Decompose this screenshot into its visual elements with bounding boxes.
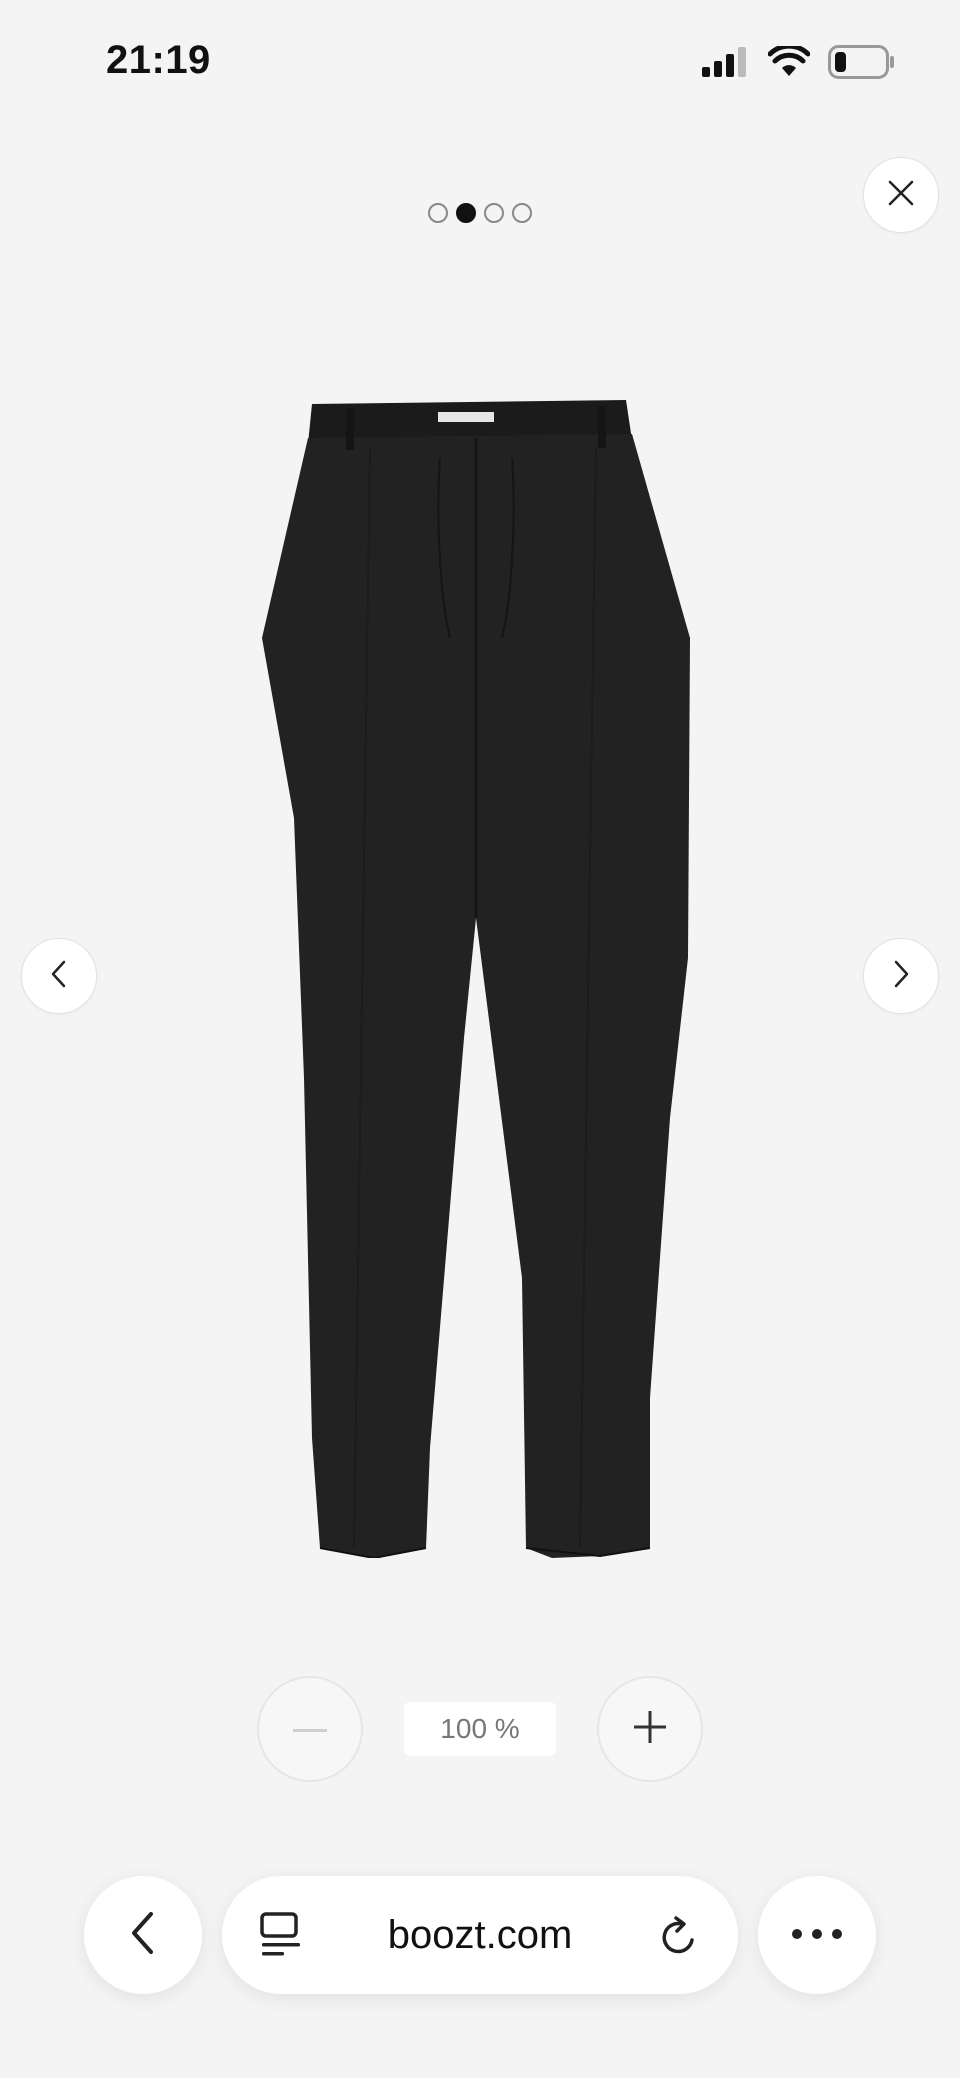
- status-time: 21:19: [106, 38, 211, 82]
- close-button[interactable]: [863, 157, 939, 233]
- chevron-left-icon: [48, 959, 70, 994]
- browser-back-button[interactable]: [84, 1876, 202, 1994]
- zoom-in-button[interactable]: [597, 1676, 703, 1782]
- cellular-signal-icon: [702, 46, 750, 82]
- image-pager: [0, 203, 960, 223]
- address-bar[interactable]: boozt.com: [222, 1876, 738, 1994]
- chevron-left-icon: [130, 1911, 156, 1960]
- chevron-right-icon: [890, 959, 912, 994]
- pager-dot[interactable]: [512, 203, 532, 223]
- product-image[interactable]: [0, 260, 960, 1610]
- reload-icon[interactable]: [658, 1914, 700, 1963]
- wifi-icon: [767, 43, 811, 83]
- previous-image-button[interactable]: [21, 938, 97, 1014]
- more-icon: [792, 1926, 842, 1944]
- zoom-level: 100 %: [404, 1702, 556, 1756]
- battery-icon: [828, 44, 896, 84]
- browser-more-button[interactable]: [758, 1876, 876, 1994]
- plus-icon: [634, 1710, 666, 1748]
- status-icons: [702, 43, 896, 84]
- pager-dot[interactable]: [484, 203, 504, 223]
- next-image-button[interactable]: [863, 938, 939, 1014]
- pager-dot-active[interactable]: [456, 203, 476, 223]
- trousers-image: [262, 400, 690, 1558]
- close-icon: [887, 179, 915, 212]
- product-image-viewer: 21:19 100 % boozt.com: [0, 0, 960, 2078]
- minus-icon: [293, 1720, 327, 1738]
- zoom-out-button[interactable]: [257, 1676, 363, 1782]
- pager-dot[interactable]: [428, 203, 448, 223]
